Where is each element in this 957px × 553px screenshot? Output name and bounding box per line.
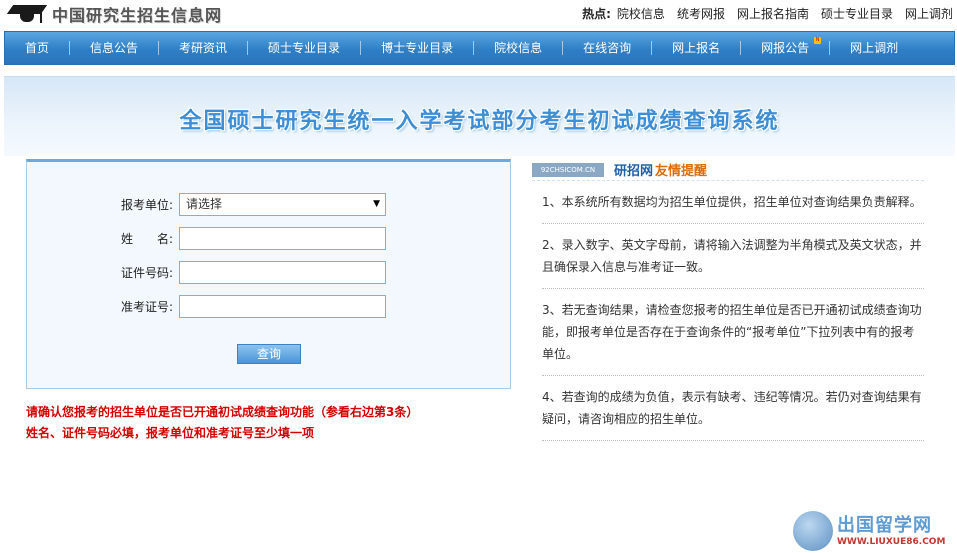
nav-item-consult[interactable]: 在线咨询 [563, 31, 651, 65]
name-label: 姓 名: [120, 231, 173, 246]
hot-link-registration[interactable]: 统考网报 [677, 5, 725, 22]
tip-item: 4、若查询的成绩为负值，表示有缺考、违纪等情况。若仍对查询结果有疑问，请咨询相应… [542, 376, 924, 441]
nav-item-doctor-catalog[interactable]: 博士专业目录 [361, 31, 473, 65]
site-title: 中国研究生招生信息网 [52, 6, 223, 25]
exam-number-label: 准考证号: [120, 299, 173, 314]
page-banner: 全国硕士研究生统一入学考试部分考生初试成绩查询系统 [4, 76, 955, 156]
nav-item-registration-notice[interactable]: 网报公告 N [741, 31, 829, 65]
nav-item-adjustment[interactable]: 网上调剂 [830, 31, 918, 65]
hot-link-master-catalog[interactable]: 硕士专业目录 [821, 5, 893, 22]
nav-item-home[interactable]: 首页 [5, 31, 69, 65]
notice-line-1: 请确认您报考的招生单位是否已开通初试成绩查询功能（参看右边第3条） [26, 405, 419, 419]
nav-item-online-registration[interactable]: 网上报名 [652, 31, 740, 65]
tips-title-brand: 研招网 [614, 164, 654, 179]
nav-item-announcements[interactable]: 信息公告 [70, 31, 158, 65]
tips-header: 92CHSICOM.CN 研招网 友情提醒 [532, 159, 924, 181]
main-content: 全国硕士研究生统一入学考试部分考生初试成绩查询系统 报考单位: 请选择 ▼ 姓 … [4, 76, 955, 553]
hot-label: 热点: [582, 7, 611, 21]
query-form: 报考单位: 请选择 ▼ 姓 名: 证件号码: 准考证号: 查询 [26, 159, 511, 389]
name-row: 姓 名: [27, 226, 512, 250]
tip-item: 3、若无查询结果，请检查您报考的招生单位是否已开通初试成绩查询功能，即报考单位是… [542, 289, 924, 376]
unit-row: 报考单位: 请选择 ▼ [27, 192, 512, 216]
new-badge-icon: N [814, 37, 822, 44]
form-notice: 请确认您报考的招生单位是否已开通初试成绩查询功能（参看右边第3条） 姓名、证件号… [26, 402, 418, 444]
top-bar: 中国研究生招生信息网 热点: 院校信息 统考网报 网上报名指南 硕士专业目录 网… [0, 0, 957, 30]
watermark-name: 出国留学网 [837, 514, 932, 536]
unit-select[interactable]: 请选择 ▼ [179, 192, 386, 216]
nav-item-news[interactable]: 考研资讯 [159, 31, 247, 65]
hot-link-adjustment[interactable]: 网上调剂 [905, 5, 953, 22]
id-row: 证件号码: [27, 260, 512, 284]
nav-item-master-catalog[interactable]: 硕士专业目录 [248, 31, 360, 65]
unit-select-value: 请选择 [186, 196, 223, 211]
watermark-url: WWW.LIUXUE86.COM [837, 536, 946, 547]
tip-item: 2、录入数字、英文字母前，请将输入法调整为半角模式及英文状态，并且确保录入信息与… [542, 224, 924, 289]
watermark-logo-icon [793, 511, 833, 551]
tip-item: 1、本系统所有数据均为招生单位提供，招生单位对查询结果负责解释。 [542, 181, 924, 224]
notice-line-2: 姓名、证件号码必填，报考单位和准考证号至少填一项 [26, 426, 315, 440]
query-button[interactable]: 查询 [237, 344, 301, 364]
main-nav: 首页 信息公告 考研资讯 硕士专业目录 博士专业目录 院校信息 在线咨询 网上报… [4, 31, 955, 65]
graduation-cap-icon [6, 1, 48, 27]
exam-row: 准考证号: [27, 294, 512, 318]
watermark: 出国留学网 WWW.LIUXUE86.COM [793, 509, 957, 553]
nav-item-label: 网报公告 [761, 41, 810, 55]
name-input[interactable] [179, 226, 386, 250]
tips-panel: 92CHSICOM.CN 研招网 友情提醒 1、本系统所有数据均为招生单位提供，… [532, 159, 924, 441]
unit-label: 报考单位: [120, 197, 173, 212]
exam-number-input[interactable] [179, 294, 386, 318]
hot-links: 热点: 院校信息 统考网报 网上报名指南 硕士专业目录 网上调剂 [582, 5, 953, 22]
dropdown-arrow-icon: ▼ [373, 198, 380, 209]
tips-title: 友情提醒 [655, 164, 708, 179]
hot-link-guide[interactable]: 网上报名指南 [737, 5, 809, 22]
nav-item-schools[interactable]: 院校信息 [474, 31, 562, 65]
id-number-label: 证件号码: [120, 265, 173, 280]
page-title: 全国硕士研究生统一入学考试部分考生初试成绩查询系统 [179, 109, 780, 134]
site-stamp-icon: 92CHSICOM.CN [532, 162, 604, 177]
hot-link-schools[interactable]: 院校信息 [617, 5, 665, 22]
id-number-input[interactable] [179, 260, 386, 284]
site-logo[interactable]: 中国研究生招生信息网 [6, 1, 223, 27]
